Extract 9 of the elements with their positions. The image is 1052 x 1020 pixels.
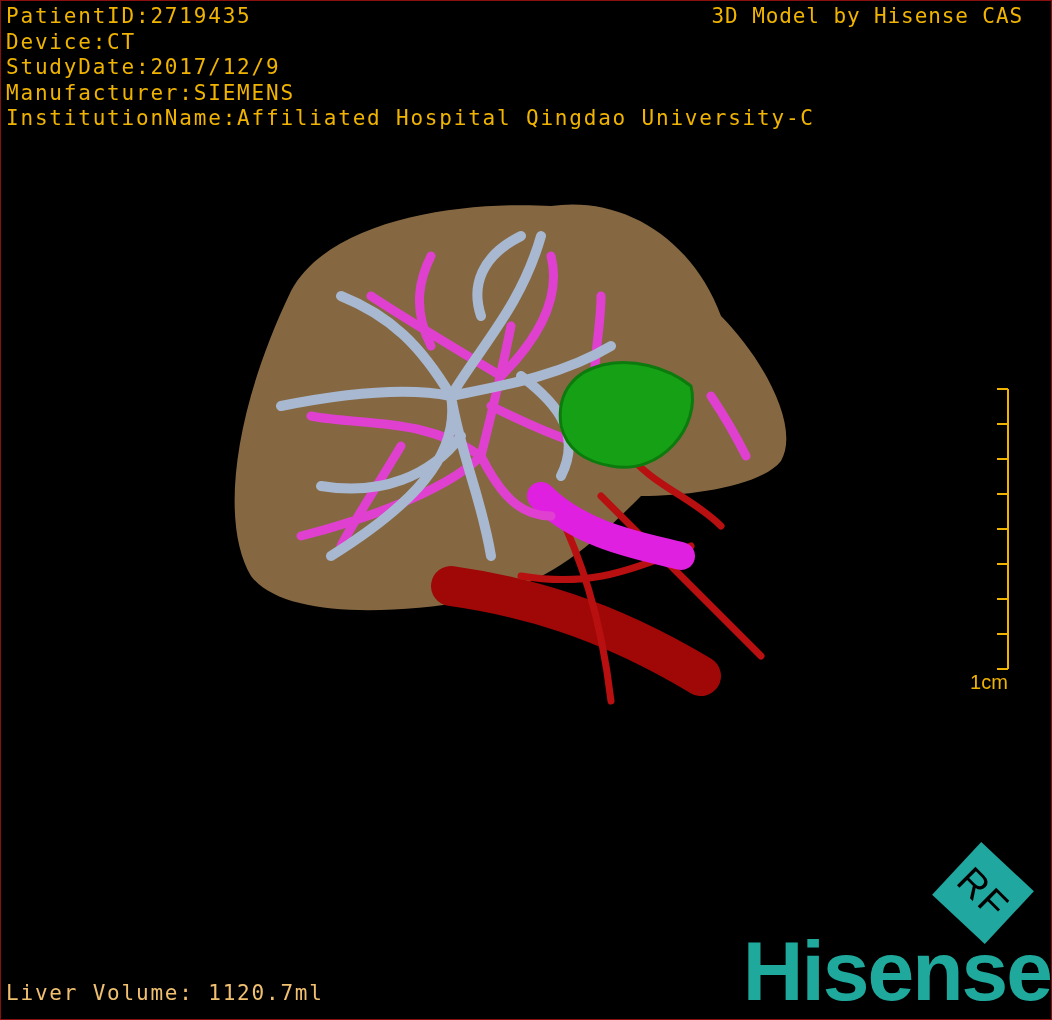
patient-info-text: PatientID:2719435	[6, 4, 252, 30]
patient-info-text: InstitutionName:Affiliated Hospital Qingdao University-C	[6, 106, 815, 132]
patient-info-text: Manufacturer:SIEMENS	[6, 80, 295, 106]
patient-info-text: StudyDate:2017/12/9	[6, 55, 281, 81]
scale-label: 1cm	[970, 671, 1008, 694]
patient-info-text: Device:CT	[6, 29, 136, 55]
model-title: 3D Model by Hisense CAS	[711, 4, 1023, 30]
liver-volume-text: Liver Volume: 1120.7ml	[6, 981, 324, 1005]
logo-badge: RF	[932, 842, 1034, 944]
